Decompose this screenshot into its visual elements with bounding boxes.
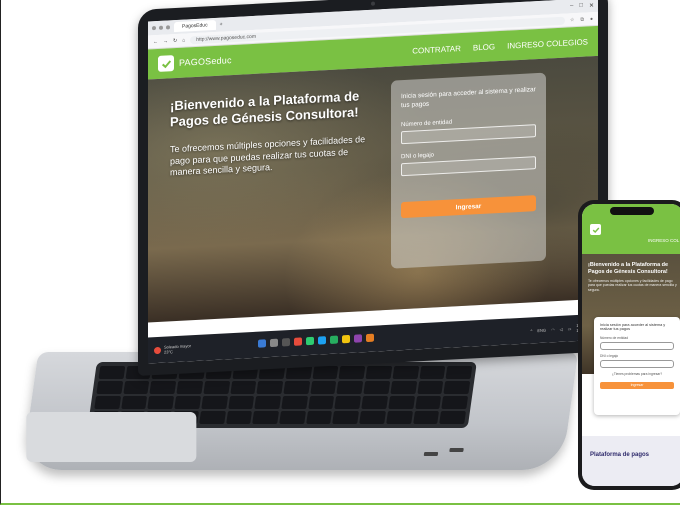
- usb-port: [449, 448, 464, 452]
- phone-footer-title: Plataforma de pagos: [590, 452, 650, 458]
- phone-notch: [610, 207, 654, 215]
- phone-nav-link[interactable]: INGRESO COL: [648, 238, 679, 243]
- browser-tab[interactable]: PagosEduc: [174, 19, 216, 33]
- hero-section: ¡Bienvenido a la Plataforma de Pagos de …: [148, 55, 598, 323]
- browser-icon[interactable]: [318, 336, 326, 345]
- checkmark-logo-icon[interactable]: [158, 55, 174, 72]
- taskbar-apps: [258, 333, 374, 348]
- phone-entity-label: Número de entidad: [600, 336, 629, 340]
- window-buttons: – □ ✕: [570, 2, 594, 10]
- minimize-icon[interactable]: –: [570, 3, 573, 10]
- back-icon[interactable]: ←: [153, 38, 158, 44]
- maximize-icon[interactable]: □: [579, 2, 583, 9]
- phone-login-intro: Inicia sesión para acceder al sistema y …: [600, 323, 666, 331]
- app-icon[interactable]: [366, 333, 374, 343]
- site-logo-text[interactable]: PAGOSeduc: [179, 55, 232, 68]
- nav-link-contratar[interactable]: CONTRATAR: [412, 44, 461, 56]
- tray-chevron-icon[interactable]: ^: [531, 328, 533, 333]
- language-indicator[interactable]: ENG: [537, 327, 546, 332]
- wifi-icon[interactable]: ◠: [551, 327, 555, 332]
- favorite-icon[interactable]: ☆: [570, 17, 574, 23]
- start-icon[interactable]: [258, 339, 266, 348]
- app-icon[interactable]: [354, 334, 362, 343]
- phone-hero-heading: ¡Bienvenido a la Plataforma de Pagos de …: [588, 262, 669, 275]
- new-tab-icon[interactable]: +: [220, 22, 223, 28]
- login-button[interactable]: Ingresar: [401, 195, 536, 219]
- phone-dni-label: DNI o legajo: [600, 354, 619, 358]
- phone-dni-input[interactable]: [600, 360, 674, 368]
- nav-link-blog[interactable]: BLOG: [473, 42, 495, 52]
- phone-device: INGRESO COL ¡Bienvenido a la Plataforma …: [578, 200, 680, 490]
- weather-widget[interactable]: Soleado mayor 23°C: [154, 343, 191, 355]
- hero-text: Te ofrecemos múltiples opciones y facili…: [170, 134, 366, 178]
- forgot-link[interactable]: ¿Tienes problemas para ingresar?: [600, 372, 674, 376]
- app-icon[interactable]: [294, 337, 302, 346]
- phone-hero-text: Te ofrecemos múltiples opciones y facili…: [588, 278, 677, 292]
- folder-icon[interactable]: [342, 334, 350, 344]
- site-nav-links: CONTRATAR BLOG INGRESO COLEGIOS: [412, 37, 588, 55]
- search-icon[interactable]: [270, 338, 278, 348]
- reload-icon[interactable]: ↻: [173, 37, 177, 43]
- forward-icon[interactable]: →: [163, 38, 168, 44]
- app-icon[interactable]: [306, 336, 314, 346]
- app-icon[interactable]: [330, 335, 338, 344]
- task-view-icon[interactable]: [282, 338, 290, 347]
- phone-login-card: Inicia sesión para acceder al sistema y …: [594, 317, 680, 415]
- nav-link-ingreso-colegios[interactable]: INGRESO COLEGIOS: [507, 37, 588, 50]
- extensions-icon[interactable]: ⧉: [580, 16, 584, 22]
- usb-port: [423, 452, 439, 456]
- home-icon[interactable]: ⌂: [182, 37, 185, 43]
- phone-footer: Plataforma de pagos: [582, 436, 680, 486]
- hero-heading: ¡Bienvenido a la Plataforma de Pagos de …: [170, 88, 360, 130]
- login-intro: Inicia sesión para acceder al sistema y …: [401, 86, 536, 110]
- window-controls: [152, 25, 170, 31]
- laptop-trackpad: [26, 412, 197, 462]
- laptop-screen: PagosEduc + – □ ✕ ← → ↻ ⌂ http://www.pag…: [148, 0, 598, 364]
- checkmark-logo-icon[interactable]: [590, 224, 601, 235]
- login-card: Inicia sesión para acceder al sistema y …: [391, 72, 546, 269]
- phone-screen: INGRESO COL ¡Bienvenido a la Plataforma …: [582, 204, 680, 486]
- laptop-lid: PagosEduc + – □ ✕ ← → ↻ ⌂ http://www.pag…: [138, 0, 608, 376]
- close-icon[interactable]: ✕: [589, 2, 594, 9]
- browser-toolbar-icons: ☆ ⧉ ●: [570, 16, 593, 23]
- volume-icon[interactable]: ◁: [560, 326, 563, 331]
- laptop-base: [21, 352, 579, 470]
- camera-icon: [371, 1, 375, 6]
- weather-temp: 23°C: [164, 349, 173, 355]
- phone-entity-input[interactable]: [600, 342, 674, 350]
- weather-icon: [154, 346, 161, 354]
- phone-login-button[interactable]: Ingresar: [600, 382, 674, 389]
- profile-icon[interactable]: ●: [590, 16, 593, 22]
- battery-icon[interactable]: ▭: [568, 326, 572, 331]
